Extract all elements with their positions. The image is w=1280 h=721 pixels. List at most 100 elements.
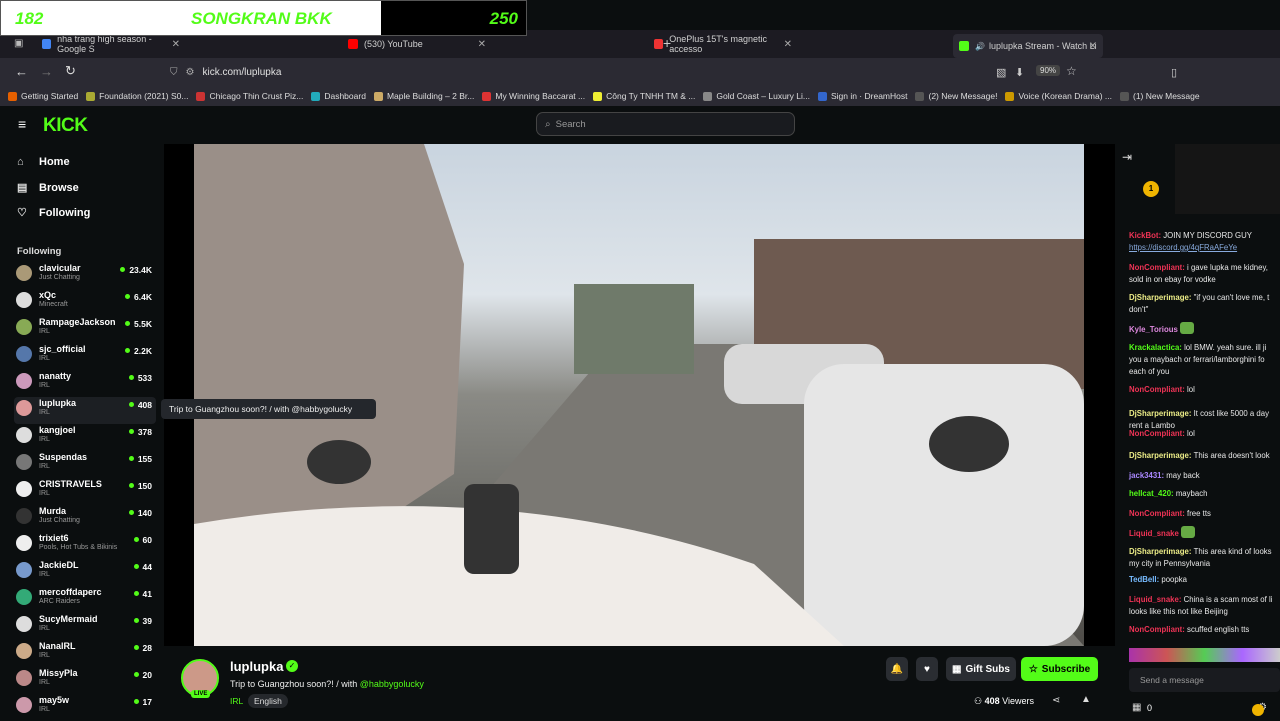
search-input[interactable]: ⌕ Search [536, 112, 795, 136]
picture-icon[interactable]: ▧ [996, 66, 1006, 79]
bookmark-item[interactable]: Sign in · DreamHost [817, 91, 907, 101]
gift-icon[interactable]: ▦ [1132, 702, 1141, 713]
channel-item-luplupka[interactable]: luplupka IRL 408 [14, 397, 156, 424]
channel-item-xqc[interactable]: xQc Minecraft 6.4K [14, 289, 156, 316]
channel-viewers: 28 [134, 643, 152, 653]
forward-icon[interactable]: → [40, 64, 53, 79]
bookmark-item[interactable]: My Winning Baccarat ... [482, 91, 585, 101]
channel-viewers: 23.4K [120, 265, 152, 275]
chat-username[interactable]: Liquid_snake [1129, 529, 1179, 538]
bookmark-item[interactable]: Dashboard [311, 91, 366, 101]
chat-username[interactable]: NonCompliant [1129, 429, 1182, 438]
bookmark-label: Gold Coast – Luxury Li... [716, 91, 810, 101]
streamer-name[interactable]: luplupka [230, 659, 283, 674]
channel-item-jackiedl[interactable]: JackieDL IRL 44 [14, 559, 156, 586]
chat-username[interactable]: NonCompliant [1129, 625, 1182, 634]
channel-item-sjc_official[interactable]: sjc_official IRL 2.2K [14, 343, 156, 370]
channel-viewers: 39 [134, 616, 152, 626]
channel-item-rampagejackson[interactable]: RampageJackson IRL 5.5K [14, 316, 156, 343]
chat-username[interactable]: Liquid_snake [1129, 595, 1179, 604]
channel-item-murda[interactable]: Murda Just Chatting 140 [14, 505, 156, 532]
youtube-icon [348, 39, 358, 49]
channel-item-nanalrl[interactable]: NanalRL IRL 28 [14, 640, 156, 667]
channel-item-kangjoel[interactable]: kangjoel IRL 378 [14, 424, 156, 451]
channel-item-may5w[interactable]: may5w IRL 17 [14, 694, 156, 721]
nav-following[interactable]: ♡ Following [17, 206, 90, 220]
url-text: kick.com/luplupka [202, 66, 282, 78]
channel-item-clavicular[interactable]: clavicular Just Chatting 23.4K [14, 262, 156, 289]
nav-home-label: Home [39, 156, 70, 168]
category-link[interactable]: IRL [230, 696, 243, 706]
stream-title-mention[interactable]: @habbygolucky [360, 679, 424, 689]
chat-username[interactable]: NonCompliant [1129, 385, 1182, 394]
bookmark-item[interactable]: Foundation (2021) S0... [86, 91, 188, 101]
channel-item-nanatty[interactable]: nanatty IRL 533 [14, 370, 156, 397]
chat-username[interactable]: DjSharperimage [1129, 547, 1189, 556]
chat-username[interactable]: Krackalactica [1129, 343, 1179, 352]
bookmark-item[interactable]: Maple Building – 2 Br... [373, 91, 474, 101]
channel-item-trixiet6[interactable]: trixiet6 Pools, Hot Tubs & Bikinis 60 [14, 532, 156, 559]
chat-username[interactable]: NonCompliant [1129, 263, 1182, 272]
leaderboard-badge[interactable]: 1 [1143, 181, 1159, 197]
emote-strip[interactable] [1129, 648, 1280, 662]
bookmark-item[interactable]: (2) New Message! [915, 91, 997, 101]
close-icon[interactable]: ✕ [784, 39, 792, 50]
chat-text[interactable]: https://discord.gg/4qFRaAFeYe [1129, 243, 1237, 252]
close-icon[interactable]: ✕ [1089, 41, 1097, 52]
close-icon[interactable]: ✕ [172, 39, 180, 50]
chat-username[interactable]: DjSharperimage [1129, 451, 1189, 460]
nav-browse[interactable]: ▤ Browse [17, 181, 79, 195]
chat-username[interactable]: DjSharperimage [1129, 409, 1189, 418]
bookmark-item[interactable]: Công Ty TNHH TM & ... [593, 91, 695, 101]
chat-username[interactable]: jack3431 [1129, 471, 1162, 480]
zoom-level[interactable]: 90% [1036, 65, 1061, 76]
bookmark-item[interactable]: Gold Coast – Luxury Li... [703, 91, 810, 101]
channel-item-suspendas[interactable]: Suspendas IRL 155 [14, 451, 156, 478]
verified-icon: ✓ [286, 660, 298, 672]
bookmark-item[interactable]: Voice (Korean Drama) ... [1005, 91, 1112, 101]
site-info-icon[interactable]: ⚙ [186, 67, 195, 78]
close-icon[interactable]: ✕ [478, 39, 486, 50]
address-bar[interactable]: ⛉ ⚙ kick.com/luplupka [170, 62, 1090, 82]
subscribe-button[interactable]: ☆ Subscribe [1021, 657, 1098, 681]
emoji-icon[interactable] [1252, 704, 1264, 716]
kick-logo[interactable]: KICK [43, 115, 88, 137]
tab-kick-stream[interactable]: 🔊 luplupka Stream - Watch Li ✕ [953, 34, 1103, 58]
collapse-chat-icon[interactable]: ⇥ [1122, 150, 1132, 164]
notification-bell-button[interactable]: 🔔 [886, 657, 908, 681]
back-icon[interactable]: ← [15, 64, 28, 79]
speaker-icon[interactable]: 🔊 [975, 42, 985, 51]
chat-username[interactable]: hellcat_420 [1129, 489, 1171, 498]
bookmark-item[interactable]: (1) New Message [1120, 91, 1200, 101]
share-icon[interactable]: ⋖ [1052, 695, 1060, 706]
chat-username[interactable]: KickBot [1129, 231, 1158, 240]
channel-item-missypla[interactable]: MissyPla IRL 20 [14, 667, 156, 694]
tab-list-icon[interactable]: ▣ [14, 38, 23, 49]
channel-item-mercoffdaperc[interactable]: mercoffdaperc ARC Raiders 41 [14, 586, 156, 613]
send-message-input[interactable]: Send a message [1129, 668, 1280, 692]
menu-icon[interactable]: ≡ [18, 116, 26, 132]
tag-english[interactable]: English [248, 694, 288, 708]
shield-icon[interactable]: ⛉ [170, 67, 178, 78]
channel-name: nanatty [39, 371, 72, 381]
channel-item-sucymermaid[interactable]: SucyMermaid IRL 39 [14, 613, 156, 640]
channel-name: NanalRL [39, 641, 76, 651]
chat-username[interactable]: NonCompliant [1129, 509, 1182, 518]
home-icon: ⌂ [17, 156, 24, 168]
follow-heart-button[interactable]: ♥ [916, 657, 938, 681]
chat-username[interactable]: DjSharperimage [1129, 293, 1189, 302]
nav-home[interactable]: ⌂ Home [17, 156, 70, 168]
bookmark-item[interactable]: Getting Started [8, 91, 78, 101]
chat-username[interactable]: TedBell [1129, 575, 1157, 584]
download-icon[interactable]: ⬇ [1015, 66, 1024, 79]
star-icon[interactable]: ☆ [1066, 64, 1077, 78]
chat-username[interactable]: Kyle_Torious [1129, 325, 1178, 334]
gift-subs-button[interactable]: ▦ Gift Subs [946, 657, 1016, 681]
video-frame[interactable] [194, 144, 1084, 646]
report-icon[interactable]: ▲ [1081, 694, 1091, 705]
reload-icon[interactable]: ↻ [65, 63, 76, 79]
channel-item-cristravels[interactable]: CRISTRAVELS IRL 150 [14, 478, 156, 505]
new-tab-button[interactable]: + [663, 35, 671, 51]
bookmark-item[interactable]: Chicago Thin Crust Piz... [196, 91, 303, 101]
sidebar-toggle-icon[interactable]: ▯ [1171, 66, 1177, 79]
